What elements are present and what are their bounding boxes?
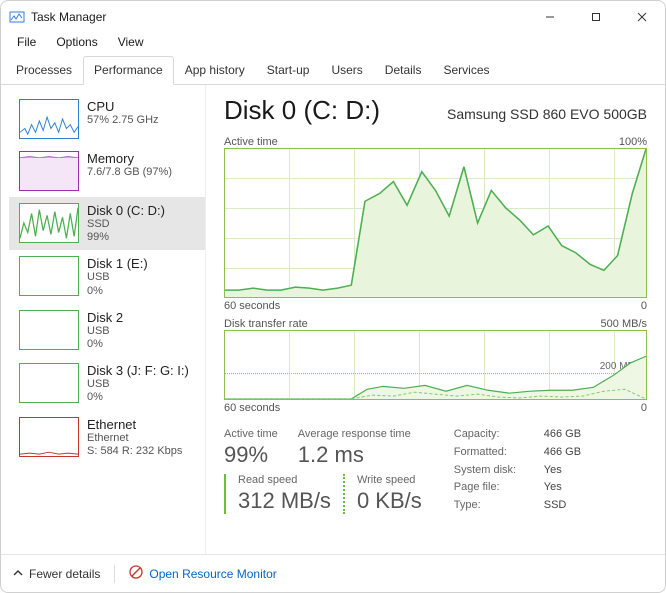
active-time-chart[interactable] (224, 148, 647, 298)
chart1-label: Active time (224, 136, 278, 148)
tab-performance[interactable]: Performance (83, 56, 174, 85)
prop-capacity-v: 466 GB (544, 428, 581, 443)
chart2-xleft: 60 seconds (224, 402, 280, 414)
tab-services[interactable]: Services (432, 56, 500, 85)
sidebar-item-disk2[interactable]: Disk 2 USB 0% (9, 304, 205, 357)
disk1-thumb (19, 256, 79, 296)
tab-processes[interactable]: Processes (5, 56, 83, 85)
tab-users[interactable]: Users (320, 56, 373, 85)
sidebar-label: Disk 1 (E:) (87, 256, 148, 271)
transfer-rate-chart[interactable]: 200 MB/s (224, 330, 647, 400)
active-time-value: 99% (224, 442, 278, 468)
prop-systemdisk-v: Yes (544, 464, 581, 479)
sidebar-sub: 7.6/7.8 GB (97%) (87, 166, 172, 179)
fewer-details-button[interactable]: Fewer details (13, 567, 100, 581)
menu-bar: File Options View (1, 33, 665, 55)
tab-details[interactable]: Details (374, 56, 433, 85)
chart1-xleft: 60 seconds (224, 300, 280, 312)
sidebar-label: Disk 3 (J: F: G: I:) (87, 363, 189, 378)
sidebar-sub2: 99% (87, 231, 165, 244)
cpu-thumb (19, 99, 79, 139)
ethernet-thumb (19, 417, 79, 457)
disk0-thumb (19, 203, 79, 243)
sidebar-sub: 57% 2.75 GHz (87, 114, 159, 127)
tab-bar: Processes Performance App history Start-… (1, 55, 665, 85)
sidebar-label: Memory (87, 151, 172, 166)
title-bar: Task Manager (1, 1, 665, 33)
memory-thumb (19, 151, 79, 191)
sidebar-sub: USB (87, 271, 148, 284)
sidebar-label: Disk 0 (C: D:) (87, 203, 165, 218)
menu-file[interactable]: File (9, 33, 44, 51)
sidebar-sub2: S: 584 R: 232 Kbps (87, 445, 182, 458)
prop-formatted-v: 466 GB (544, 446, 581, 461)
window-title: Task Manager (31, 10, 106, 24)
write-speed-label: Write speed (357, 474, 422, 486)
sidebar-sub: Ethernet (87, 432, 182, 445)
main-panel: Disk 0 (C: D:) Samsung SSD 860 EVO 500GB… (206, 85, 665, 554)
footer-divider (114, 565, 115, 583)
tab-startup[interactable]: Start-up (256, 56, 321, 85)
prop-formatted-k: Formatted: (454, 446, 544, 461)
sidebar-item-disk1[interactable]: Disk 1 (E:) USB 0% (9, 250, 205, 303)
sidebar-item-memory[interactable]: Memory 7.6/7.8 GB (97%) (9, 145, 205, 197)
read-speed-label: Read speed (238, 474, 331, 486)
sidebar-item-cpu[interactable]: CPU 57% 2.75 GHz (9, 93, 205, 145)
minimize-button[interactable] (527, 1, 573, 33)
sidebar-sub2: 0% (87, 391, 189, 404)
open-resource-monitor-link[interactable]: Open Resource Monitor (129, 565, 276, 582)
sidebar-item-disk0[interactable]: Disk 0 (C: D:) SSD 99% (9, 197, 205, 250)
sidebar-label: Ethernet (87, 417, 182, 432)
sidebar-item-ethernet[interactable]: Ethernet Ethernet S: 584 R: 232 Kbps (9, 411, 205, 464)
prop-systemdisk-k: System disk: (454, 464, 544, 479)
sidebar-sub2: 0% (87, 285, 148, 298)
avg-response-value: 1.2 ms (298, 442, 411, 468)
avg-response-label: Average response time (298, 428, 411, 440)
chart2-xright: 0 (641, 402, 647, 414)
chart1-max: 100% (619, 136, 647, 148)
disk2-thumb (19, 310, 79, 350)
disk-device: Samsung SSD 860 EVO 500GB (447, 106, 647, 122)
chart2-label: Disk transfer rate (224, 318, 308, 330)
sidebar-sub: SSD (87, 218, 165, 231)
menu-options[interactable]: Options (48, 33, 105, 51)
perf-sidebar[interactable]: CPU 57% 2.75 GHz Memory 7.6/7.8 GB (97%)… (1, 85, 206, 554)
sidebar-item-disk3[interactable]: Disk 3 (J: F: G: I:) USB 0% (9, 357, 205, 410)
chart2-max: 500 MB/s (601, 318, 647, 330)
sidebar-sub: USB (87, 378, 189, 391)
sidebar-label: Disk 2 (87, 310, 123, 325)
write-speed-value: 0 KB/s (357, 488, 422, 514)
prop-capacity-k: Capacity: (454, 428, 544, 443)
prop-pagefile-k: Page file: (454, 481, 544, 496)
disk-properties: Capacity: 466 GB Formatted: 466 GB Syste… (454, 428, 581, 514)
active-time-label: Active time (224, 428, 278, 440)
chart1-xright: 0 (641, 300, 647, 312)
disk3-thumb (19, 363, 79, 403)
sidebar-label: CPU (87, 99, 159, 114)
app-icon (9, 9, 25, 25)
disk-title: Disk 0 (C: D:) (224, 95, 380, 126)
chevron-up-icon (13, 567, 23, 581)
resmon-icon (129, 565, 143, 582)
prop-pagefile-v: Yes (544, 481, 581, 496)
tab-app-history[interactable]: App history (174, 56, 256, 85)
read-speed-value: 312 MB/s (238, 488, 331, 514)
menu-view[interactable]: View (110, 33, 152, 51)
close-button[interactable] (619, 1, 665, 33)
resmon-label: Open Resource Monitor (149, 567, 276, 581)
prop-type-v: SSD (544, 499, 581, 514)
fewer-details-label: Fewer details (29, 567, 100, 581)
prop-type-k: Type: (454, 499, 544, 514)
maximize-button[interactable] (573, 1, 619, 33)
sidebar-sub2: 0% (87, 338, 123, 351)
sidebar-sub: USB (87, 325, 123, 338)
footer-bar: Fewer details Open Resource Monitor (1, 554, 665, 592)
